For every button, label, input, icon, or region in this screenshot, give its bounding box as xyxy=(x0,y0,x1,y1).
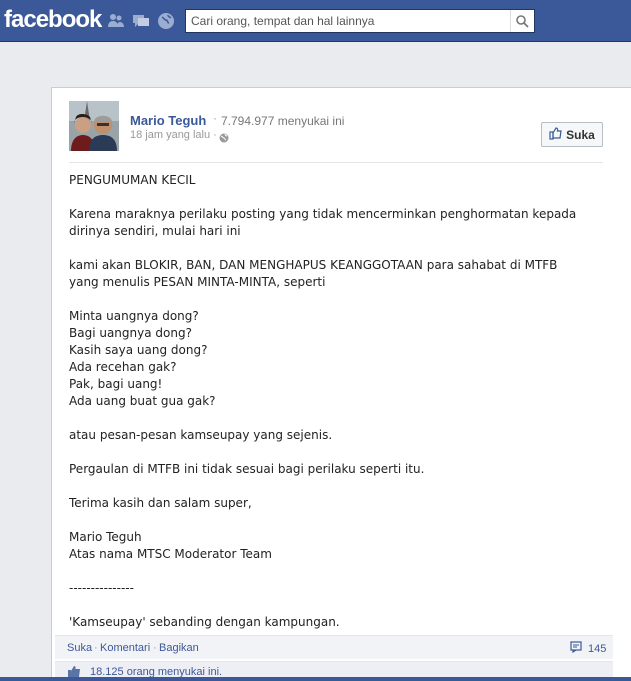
avatar[interactable] xyxy=(69,101,119,151)
thumbs-up-icon xyxy=(549,126,562,143)
post-body-line: --------------- xyxy=(69,581,134,595)
post-card: Mario Teguh · 7.794.977 menyukai ini 18 … xyxy=(51,87,631,681)
notifications-globe-icon[interactable] xyxy=(157,12,175,30)
post-body-line: Karena maraknya perilaku posting yang ti… xyxy=(69,207,581,238)
post-actions-bar: Suka · Komentari · Bagikan 145 xyxy=(55,635,613,659)
post-author-name[interactable]: Mario Teguh xyxy=(130,113,206,128)
post-body-line: Pak, bagi uang! xyxy=(69,377,163,391)
action-separator: · xyxy=(153,642,157,654)
post-body-line: 'Kamseupay' sebanding dengan kampungan. xyxy=(69,615,340,629)
post-body-line: atau pesan-pesan kamseupay yang sejenis. xyxy=(69,428,333,442)
post-body-line: kami akan BLOKIR, BAN, DAN MENGHAPUS KEA… xyxy=(69,258,562,289)
share-count-value: 145 xyxy=(588,642,607,655)
post-body-line: Pergaulan di MTFB ini tidak sesuai bagi … xyxy=(69,462,425,476)
post-body-line: PENGUMUMAN KECIL xyxy=(69,173,196,187)
messages-icon[interactable] xyxy=(132,12,150,30)
meta-separator: · xyxy=(213,111,217,125)
action-separator: · xyxy=(94,642,98,654)
post-body-line: Ada recehan gak? xyxy=(69,360,177,374)
top-navigation-bar: facebook xyxy=(0,0,631,42)
facebook-logo[interactable]: facebook xyxy=(4,6,102,34)
post-body-line: Terima kasih dan salam super, xyxy=(69,496,252,510)
like-page-button-label: Suka xyxy=(566,127,595,142)
search-box[interactable] xyxy=(185,9,535,33)
post-body-line: Atas nama MTSC Moderator Team xyxy=(69,547,272,561)
share-count[interactable]: 145 xyxy=(570,641,606,656)
page-likes-count: 7.794.977 menyukai ini xyxy=(221,114,345,128)
public-globe-icon xyxy=(219,130,229,148)
post-timestamp[interactable]: 18 jam yang lalu · xyxy=(130,129,217,141)
search-input[interactable] xyxy=(186,10,510,32)
post-body-line: Bagi uangnya dong? xyxy=(69,326,192,340)
like-page-button[interactable]: Suka xyxy=(541,122,603,147)
friend-requests-icon[interactable] xyxy=(107,12,125,30)
post-body-line: Mario Teguh xyxy=(69,530,142,544)
like-post-link[interactable]: Suka xyxy=(67,642,92,654)
share-icon xyxy=(570,641,583,656)
post-body-line: Kasih saya uang dong? xyxy=(69,343,208,357)
post-body-line: Minta uangnya dong? xyxy=(69,309,199,323)
post-body: PENGUMUMAN KECIL Karena maraknya perilaku… xyxy=(69,172,589,631)
header-divider xyxy=(69,162,603,163)
comment-link[interactable]: Komentari xyxy=(100,642,150,654)
search-icon[interactable] xyxy=(510,10,534,32)
share-link[interactable]: Bagikan xyxy=(159,642,199,654)
bottom-blue-strip xyxy=(0,677,631,681)
post-body-line: Ada uang buat gua gak? xyxy=(69,394,216,408)
